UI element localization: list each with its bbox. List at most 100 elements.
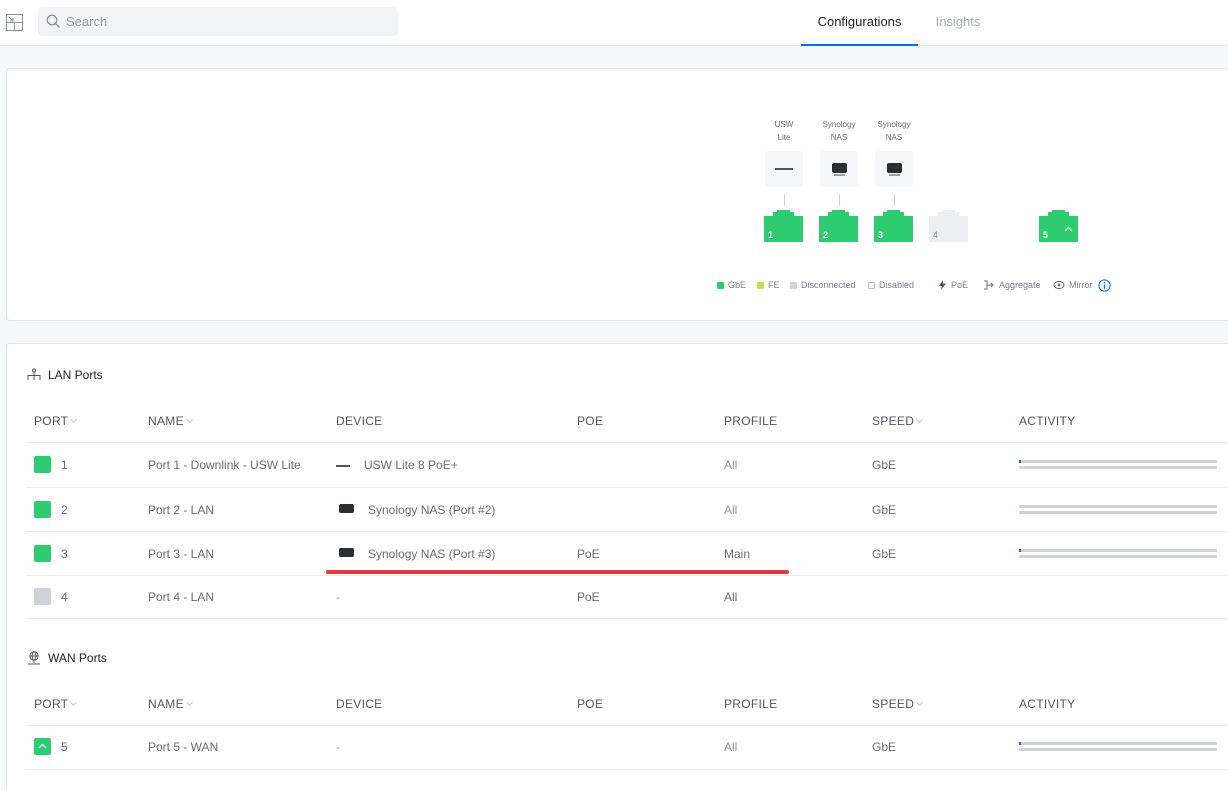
sort-chevron-icon — [70, 698, 78, 707]
device-nas-3[interactable] — [875, 151, 913, 187]
activity-marker — [1019, 742, 1021, 745]
col-activity: ACTIVITY — [1019, 414, 1076, 428]
cell-poe: PoE — [577, 547, 600, 561]
cell-profile: All — [724, 740, 738, 754]
cell-poe: PoE — [577, 590, 600, 604]
search-box[interactable] — [38, 7, 398, 36]
diagram-port-3[interactable]: 3 — [874, 210, 913, 242]
row-divider — [26, 575, 1228, 576]
row-divider — [26, 487, 1228, 488]
port-number: 3 — [878, 230, 884, 240]
nas-icon — [832, 163, 847, 176]
col-port[interactable]: PORT — [34, 696, 78, 712]
legend-label: Disabled — [879, 280, 915, 290]
device-usw-lite[interactable] — [765, 151, 803, 187]
device-label-line: NAS — [885, 133, 903, 142]
col-poe: POE — [577, 697, 604, 711]
col-activity: ACTIVITY — [1019, 697, 1076, 711]
info-icon[interactable] — [1097, 278, 1111, 292]
sort-chevron-icon — [70, 415, 78, 424]
cell-name: Port 2 - LAN — [148, 503, 215, 517]
row-divider — [26, 725, 1228, 726]
disconnected-swatch — [790, 281, 797, 289]
lan-ports-title: LAN Ports — [26, 367, 103, 383]
top-bar: Configurations Insights — [0, 0, 1228, 46]
wan-globe-icon — [28, 650, 40, 664]
device-label-line: NAS — [830, 133, 848, 142]
legend-disconnected: Disconnected — [790, 278, 856, 292]
device-label-nas-3: Synology NAS — [869, 118, 919, 144]
col-speed[interactable]: SPEED — [872, 413, 924, 429]
activity-graph — [1019, 742, 1217, 752]
col-speed[interactable]: SPEED — [872, 696, 924, 712]
diagram-port-2[interactable]: 2 — [819, 210, 858, 242]
device-nas-2[interactable] — [820, 151, 858, 187]
cell-profile: All — [724, 503, 738, 517]
cell-device: - — [336, 590, 340, 604]
sidebar-toggle-icon[interactable] — [6, 14, 23, 31]
activity-line-tx — [1019, 460, 1217, 463]
port-number: 4 — [933, 230, 939, 240]
link-line — [839, 194, 840, 206]
col-device: DEVICE — [336, 414, 383, 428]
tab-insights[interactable]: Insights — [918, 0, 998, 46]
cell-speed: GbE — [872, 740, 897, 754]
col-port[interactable]: PORT — [34, 413, 78, 429]
activity-graph — [1019, 460, 1217, 470]
sort-chevron-icon — [185, 415, 193, 424]
cell-speed: GbE — [872, 547, 897, 561]
activity-marker — [1019, 549, 1021, 552]
port-status-square — [34, 456, 51, 473]
activity-line-rx — [1019, 466, 1217, 469]
diagram-port-4[interactable]: 4 — [929, 210, 968, 242]
port-status-square — [34, 588, 51, 605]
port-diagram-card — [6, 68, 1228, 321]
lan-network-icon — [27, 368, 41, 380]
legend-label: GbE — [728, 280, 747, 290]
cell-device: Synology NAS (Port #2) — [339, 502, 495, 518]
cell-port: 5 — [61, 740, 68, 754]
activity-line-tx — [1019, 549, 1217, 552]
col-name[interactable]: NAME — [148, 413, 193, 429]
cell-port: 2 — [61, 503, 68, 517]
tab-configurations[interactable]: Configurations — [801, 0, 918, 46]
search-input[interactable] — [66, 12, 386, 31]
cell-device: USW Lite 8 PoE+ — [336, 457, 458, 473]
legend-gbe: GbE — [717, 278, 746, 292]
device-label-line: Synology — [822, 120, 856, 129]
port-status-square — [34, 738, 51, 755]
link-line — [784, 194, 785, 206]
diagram-port-5[interactable]: 5 — [1039, 210, 1078, 242]
cell-name: Port 5 - WAN — [148, 740, 219, 754]
col-profile: PROFILE — [724, 697, 778, 711]
wan-uplink-icon — [38, 743, 47, 749]
cell-name: Port 1 - Downlink - USW Lite — [148, 458, 301, 472]
row-divider — [26, 531, 1228, 532]
poe-bolt-icon — [939, 280, 946, 290]
switch-icon — [336, 464, 350, 467]
switch-icon — [775, 168, 793, 170]
fe-swatch — [757, 281, 764, 289]
legend-mirror: Mirror — [1053, 278, 1115, 292]
aggregate-icon — [984, 280, 994, 290]
activity-line-tx — [1019, 505, 1217, 508]
device-label-line: Lite — [777, 133, 791, 142]
activity-graph — [1019, 505, 1217, 515]
cell-speed: GbE — [872, 503, 897, 517]
diagram-port-1[interactable]: 1 — [764, 210, 803, 242]
header-text: SPEED — [872, 697, 915, 711]
device-label-usw-lite: USW Lite — [759, 118, 809, 144]
wan-uplink-icon — [1064, 226, 1073, 232]
cell-device: Synology NAS (Port #3) — [339, 546, 495, 562]
row-divider — [26, 769, 1228, 770]
legend-label: Disconnected — [801, 280, 856, 290]
gbe-swatch — [717, 281, 724, 289]
port-status-square — [34, 501, 51, 518]
sort-chevron-icon — [916, 415, 924, 424]
port-number: 5 — [1043, 230, 1049, 240]
ports-table-card — [6, 343, 1228, 790]
activity-graph — [1019, 549, 1217, 559]
activity-marker — [1019, 460, 1021, 463]
activity-line-rx — [1019, 748, 1217, 751]
col-name[interactable]: NAME — [148, 696, 193, 712]
